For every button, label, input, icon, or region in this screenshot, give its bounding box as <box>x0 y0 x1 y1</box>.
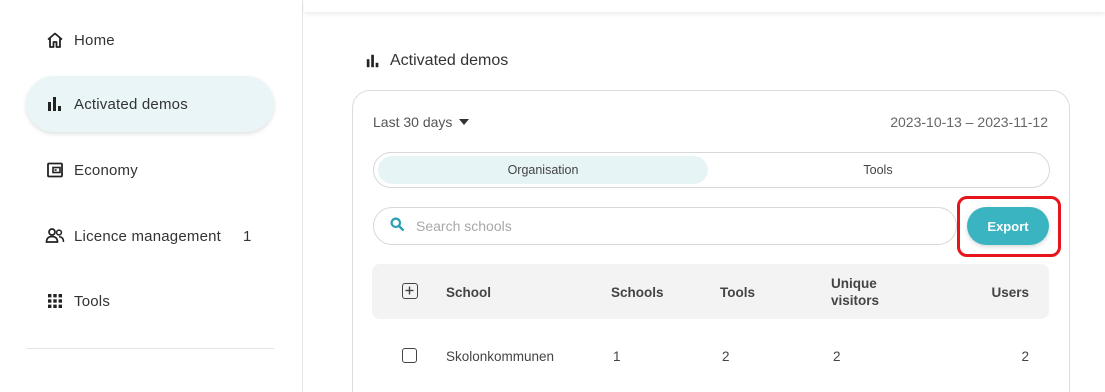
licence-count-badge: 1 <box>243 227 252 245</box>
cell-users: 2 <box>1021 349 1029 364</box>
period-dropdown[interactable]: Last 30 days <box>373 114 470 130</box>
page-title: Activated demos <box>364 50 508 72</box>
cell-tools: 2 <box>722 349 730 364</box>
wallet-icon <box>44 159 66 181</box>
table-row: Skolonkommunen 1 2 2 2 <box>372 333 1049 378</box>
column-header-unique-visitors[interactable]: Unique visitors <box>831 275 901 309</box>
sidebar-item-economy[interactable]: Economy <box>26 142 274 198</box>
export-button[interactable]: Export <box>967 207 1049 245</box>
bar-chart-icon <box>364 50 382 72</box>
bar-chart-icon <box>44 93 66 115</box>
column-header-tools[interactable]: Tools <box>720 285 755 300</box>
cell-schools: 1 <box>613 349 621 364</box>
column-header-users[interactable]: Users <box>991 285 1029 300</box>
sidebar-item-label: Home <box>74 31 115 49</box>
grid-icon <box>44 290 66 312</box>
caret-down-icon <box>459 119 470 125</box>
sidebar: Home Activated demos Economy Licence man… <box>0 0 303 392</box>
cell-unique-visitors: 2 <box>833 349 841 364</box>
sidebar-item-activated-demos[interactable]: Activated demos <box>26 76 274 132</box>
table-header: School Schools Tools Unique visitors Use… <box>372 264 1049 319</box>
search-box <box>373 207 957 245</box>
row-checkbox[interactable] <box>402 348 417 363</box>
date-range: 2023-10-13 – 2023-11-12 <box>890 114 1048 130</box>
search-input[interactable] <box>416 218 916 234</box>
sidebar-item-label: Activated demos <box>74 95 188 113</box>
column-header-schools[interactable]: Schools <box>611 285 664 300</box>
column-header-school[interactable]: School <box>446 285 491 300</box>
tab-tools[interactable]: Tools <box>710 156 1046 184</box>
home-icon <box>44 29 66 51</box>
tab-organisation[interactable]: Organisation <box>378 156 708 184</box>
search-icon <box>390 217 405 236</box>
sidebar-item-label: Licence management <box>74 227 222 245</box>
top-bar <box>304 0 1105 12</box>
users-icon <box>44 225 66 247</box>
sidebar-item-licence-management[interactable]: Licence management 1 <box>26 208 274 264</box>
page-title-text: Activated demos <box>390 52 509 69</box>
sidebar-item-label: Tools <box>74 292 111 310</box>
period-label: Last 30 days <box>373 114 453 130</box>
expand-all-icon[interactable] <box>402 283 418 299</box>
cell-school: Skolonkommunen <box>446 349 555 364</box>
sidebar-item-label: Economy <box>74 161 138 179</box>
sidebar-item-tools[interactable]: Tools <box>26 273 274 329</box>
sidebar-divider <box>26 348 274 349</box>
sidebar-item-home[interactable]: Home <box>26 12 274 68</box>
view-toggle: Organisation Tools <box>373 152 1050 188</box>
